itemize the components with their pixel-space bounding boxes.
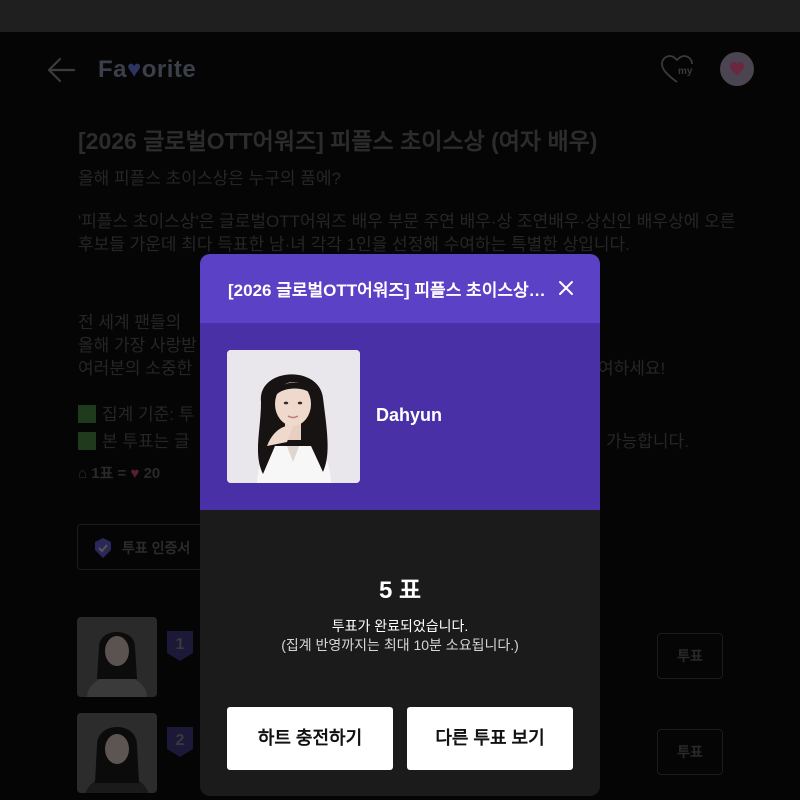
back-arrow-icon[interactable] [46, 56, 78, 84]
description-line: 올해 가장 사랑받 [78, 336, 197, 355]
tally-note: (집계 반영까지는 최대 10분 소요됩니다.) [281, 637, 519, 653]
close-icon[interactable] [556, 278, 576, 298]
rank-number: 2 [175, 732, 185, 749]
check-item-tail: 가능합니다. [606, 432, 689, 451]
browser-top-bar [0, 0, 800, 32]
event-title: [2026 글로벌OTT어워즈] 피플스 초이스상 (여자 배우) [78, 128, 598, 154]
heart-icon [730, 62, 744, 75]
other-votes-button[interactable]: 다른 투표 보기 [407, 707, 573, 770]
check-item: 본 투표는 글 [78, 427, 190, 452]
vote-button[interactable]: 투표 [657, 633, 723, 679]
vote-rate: ⌂ 1표 = ♥ 20 [78, 465, 161, 482]
checkmark-icon [78, 405, 96, 423]
candidate-photo [77, 617, 157, 697]
my-hearts-icon[interactable]: my [660, 54, 698, 86]
profile-avatar[interactable] [720, 52, 754, 86]
check-item: 집계 기준: 투 [78, 400, 194, 425]
ticket-icon: ⌂ [78, 465, 88, 482]
rank-number: 1 [175, 636, 185, 653]
badge-check-icon [95, 538, 111, 558]
candidate-photo [77, 713, 157, 793]
candidate-name: Dahyun [376, 405, 443, 425]
event-description: '피플스 초이스상'은 글로벌OTT어워즈 배우 부문 주연 배우·상 조연배우… [78, 212, 736, 254]
event-subtitle: 올해 피플스 초이스상은 누구의 품에? [78, 169, 341, 188]
svg-text:my: my [678, 66, 693, 77]
logo-heart-icon: ♥ [127, 56, 142, 83]
charge-hearts-button[interactable]: 하트 충전하기 [227, 707, 393, 770]
vote-complete-modal: [2026 글로벌OTT어워즈] 피플스 초이스상 (여자 배우) Dahyun… [200, 254, 600, 796]
vote-complete-message: 투표가 완료되었습니다. [331, 618, 469, 634]
app-logo[interactable]: Fa♥orite [98, 56, 196, 84]
description-line: 여하세요! [598, 359, 666, 378]
modal-title: [2026 글로벌OTT어워즈] 피플스 초이스상 (여자 배우) [228, 281, 548, 300]
modal-header: [2026 글로벌OTT어워즈] 피플스 초이스상 (여자 배우) [200, 254, 600, 323]
description-line: 전 세계 팬들의 [78, 313, 182, 332]
candidate-photo [227, 350, 360, 483]
vote-certificate-button[interactable]: 투표 인증서 [77, 524, 207, 570]
checkmark-icon [78, 432, 96, 450]
description-line: 여러분의 소중한 [78, 359, 193, 378]
heart-icon: ♥ [130, 465, 140, 482]
vote-count: 5 표 [378, 577, 422, 604]
candidate-card: Dahyun [200, 323, 600, 510]
vote-button[interactable]: 투표 [657, 729, 723, 775]
